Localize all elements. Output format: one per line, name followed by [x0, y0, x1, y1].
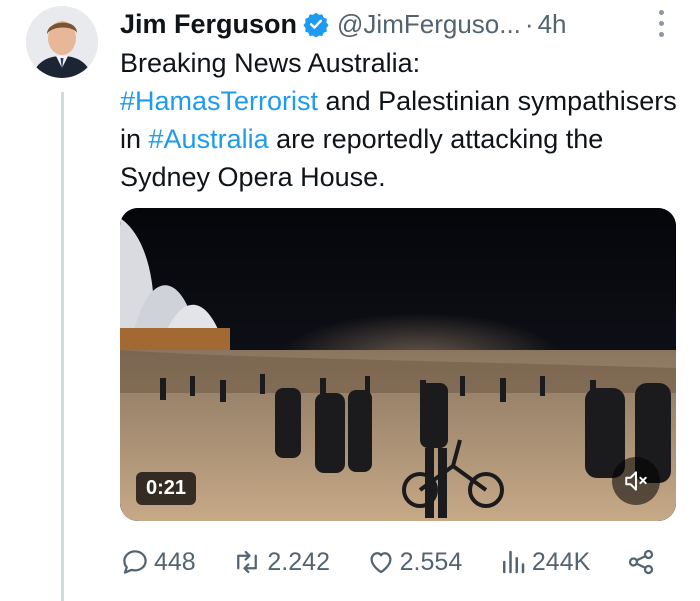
share-icon [628, 549, 654, 575]
hashtag-link[interactable]: #HamasTerrorist [120, 86, 318, 116]
reply-icon [123, 550, 147, 574]
tweet-text-intro: Breaking News Australia: [120, 48, 421, 78]
reply-button[interactable]: 448 [120, 547, 196, 577]
author-name[interactable]: Jim Ferguson [120, 9, 297, 40]
speaker-muted-icon[interactable] [612, 457, 660, 505]
repost-icon [237, 550, 258, 574]
action-bar: 448 2.242 2.554 244K [120, 540, 660, 584]
verified-badge-icon [303, 12, 329, 37]
tweet-header: Jim Ferguson @JimFerguso... · 4h [120, 4, 680, 44]
thread-line [61, 92, 64, 601]
video-duration: 0:21 [136, 472, 197, 505]
avatar[interactable] [26, 6, 98, 78]
hashtag-link[interactable]: #Australia [149, 124, 269, 154]
repost-count: 2.242 [267, 547, 330, 576]
heart-icon [370, 552, 392, 574]
separator-dot: · [524, 8, 534, 39]
tweet-text: Breaking News Australia: #HamasTerrorist… [120, 44, 685, 196]
repost-button[interactable]: 2.242 [231, 547, 330, 577]
views-icon [502, 550, 525, 574]
view-count: 244K [531, 547, 591, 576]
more-icon[interactable] [656, 10, 666, 42]
author-handle[interactable]: @JimFerguso... [337, 9, 521, 40]
post-time[interactable]: 4h [538, 9, 567, 40]
share-button[interactable] [626, 547, 660, 577]
video-frame [120, 208, 676, 521]
reply-count: 448 [154, 547, 196, 576]
video-player[interactable]: 0:21 [120, 208, 676, 521]
like-count: 2.554 [399, 547, 463, 576]
views-button[interactable]: 244K [498, 547, 590, 577]
like-button[interactable]: 2.554 [366, 547, 463, 577]
